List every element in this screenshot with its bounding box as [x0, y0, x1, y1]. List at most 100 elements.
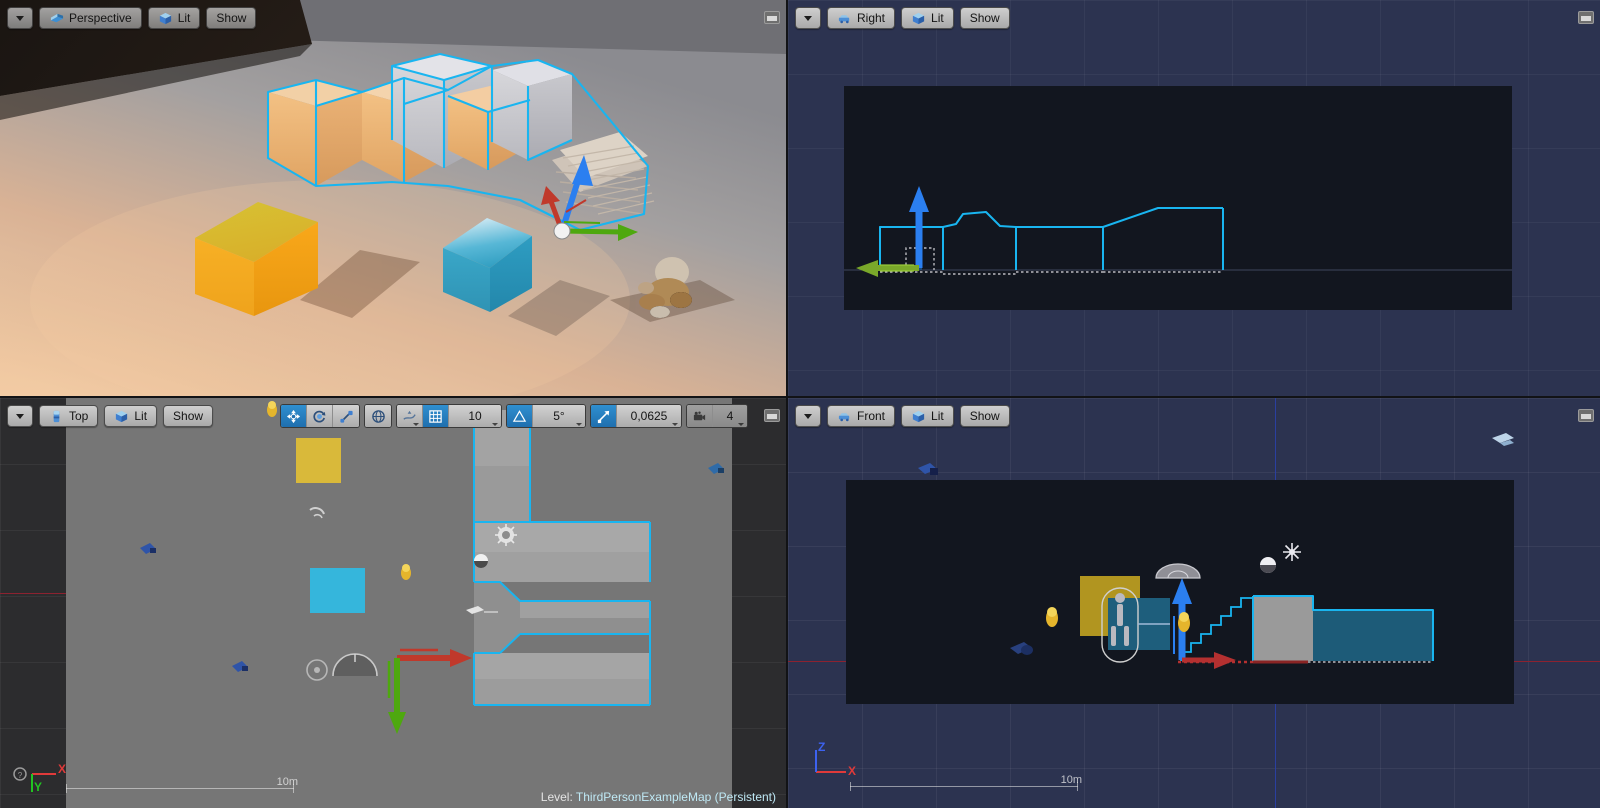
lighting-mode-button-front[interactable]: Lit [901, 405, 954, 427]
scale-mode-button[interactable] [333, 405, 359, 427]
editor-four-viewport-layout: Perspective Lit Show Right Lit Show 10m … [0, 0, 1600, 808]
world-coordinate-button[interactable] [365, 405, 391, 427]
camera-speed-value-label: 4 [726, 409, 734, 423]
level-prefix: Level: [540, 790, 573, 804]
axis-label-y: Y [34, 780, 43, 794]
viewport-right[interactable]: Right Lit Show [788, 0, 1600, 396]
maximize-button-front[interactable] [1578, 409, 1594, 422]
axis-label-x: X [58, 762, 67, 776]
chevron-down-icon [413, 423, 419, 426]
transform-mode-group [280, 404, 360, 428]
sky-dome-icon[interactable] [1155, 563, 1201, 579]
sphere-reflection-icon-front[interactable] [1260, 557, 1276, 573]
chevron-down-icon [672, 423, 678, 426]
viewport-front[interactable]: 10m X Z Front Lit Show [788, 398, 1600, 808]
chevron-down-icon [492, 423, 498, 426]
lighting-mode-label: Lit [931, 409, 944, 423]
scale-snap-value[interactable]: 0,0625 [617, 405, 681, 427]
scale-snap-value-label: 0,0625 [630, 409, 668, 423]
svg-text:?: ? [18, 771, 23, 780]
surface-snap-button[interactable] [397, 405, 423, 427]
rotate-mode-button[interactable] [307, 405, 333, 427]
translate-gizmo-right[interactable] [856, 186, 929, 277]
view-mode-button-top[interactable]: Top [39, 405, 99, 427]
viewport-options-button-front[interactable] [795, 405, 821, 427]
show-menu-button-right[interactable]: Show [959, 7, 1010, 29]
rotate-gizmo-icon [313, 410, 326, 422]
chevron-down-icon [804, 15, 812, 21]
translate-gizmo-top[interactable] [0, 398, 786, 808]
lighting-mode-label: Lit [931, 11, 944, 25]
scale-snap-button[interactable] [591, 405, 617, 427]
view-mode-button-right[interactable]: Right [827, 7, 896, 29]
viewport-options-button-perspective[interactable] [7, 7, 33, 29]
viewport-perspective[interactable]: Perspective Lit Show [0, 0, 786, 396]
right-viewport-wireframe [844, 0, 1600, 277]
camera-actor-icon-left[interactable] [1010, 642, 1033, 655]
globe-icon [371, 409, 385, 423]
angle-snap-value[interactable]: 5° [533, 405, 585, 427]
lit-cube-icon [912, 12, 925, 24]
translate-mode-button[interactable] [281, 405, 307, 427]
scale-snap-icon [597, 410, 610, 423]
perspective-camera-icon [50, 13, 64, 22]
lighting-mode-label: Lit [134, 409, 148, 423]
maximize-button-right[interactable] [1578, 11, 1594, 24]
view-mode-label: Front [857, 409, 886, 423]
maximize-button-perspective[interactable] [764, 11, 780, 24]
show-menu-label: Show [173, 409, 204, 423]
lighting-mode-button-top[interactable]: Lit [104, 405, 158, 427]
level-name-label: Level: ThirdPersonExampleMap (Persistent… [541, 790, 776, 804]
axis-indicator-front: X Z [806, 740, 864, 788]
lighting-mode-button-perspective[interactable]: Lit [147, 7, 201, 29]
view-mode-label: Top [69, 409, 89, 423]
axis-label-x: X [848, 764, 857, 778]
viewport-options-button-right[interactable] [795, 7, 821, 29]
top-view-icon [53, 410, 60, 422]
viewport-top[interactable]: 10m ? X Y Level: ThirdPersonExampleMap (… [0, 398, 786, 808]
point-light-icon-left[interactable] [1046, 607, 1058, 627]
scale-snap-group: 0,0625 [590, 404, 682, 428]
lit-cube-icon [159, 12, 171, 24]
view-mode-label: Right [857, 11, 886, 25]
star-effect-icon[interactable] [1283, 543, 1301, 561]
plane-actor-icon-front[interactable] [1492, 433, 1514, 446]
maximize-button-top[interactable] [764, 409, 780, 422]
surface-snap-icon [403, 410, 416, 420]
level-name: ThirdPersonExampleMap (Persistent) [575, 790, 776, 804]
camera-speed-button[interactable] [687, 405, 713, 427]
camera-speed-value[interactable]: 4 [713, 405, 747, 427]
perspective-scene-render [0, 0, 786, 396]
ortho-camera-icon [838, 14, 850, 23]
grid-snap-value[interactable]: 10 [449, 405, 501, 427]
camera-icon [693, 411, 706, 420]
grid-icon [429, 409, 442, 423]
chevron-down-icon [576, 423, 582, 426]
front-viewport-actor-icons [918, 433, 1514, 655]
axis-indicator-top: ? X Y [13, 750, 72, 796]
show-menu-button-perspective[interactable]: Show [206, 7, 257, 29]
show-menu-label: Show [969, 11, 1000, 25]
show-menu-button-top[interactable]: Show [163, 405, 214, 427]
view-mode-button-front[interactable]: Front [827, 405, 896, 427]
view-mode-button-perspective[interactable]: Perspective [39, 7, 142, 29]
angle-icon [512, 409, 527, 422]
show-menu-button-front[interactable]: Show [959, 405, 1010, 427]
scale-gizmo-icon [339, 410, 353, 423]
move-gizmo-icon [286, 409, 301, 423]
show-menu-label: Show [969, 409, 1000, 423]
snapping-group: 10 [396, 404, 502, 428]
grid-snap-button[interactable] [423, 405, 449, 427]
camera-actor-icon-upper-left[interactable] [918, 463, 938, 475]
point-light-icon-mid[interactable] [1178, 612, 1190, 632]
angle-snap-button[interactable] [507, 405, 533, 427]
lighting-mode-button-right[interactable]: Lit [901, 7, 954, 29]
grid-snap-value-label: 10 [468, 409, 482, 423]
viewport-options-button-top[interactable] [7, 405, 33, 427]
chevron-down-icon [738, 423, 744, 426]
camera-speed-group: 4 [686, 404, 748, 428]
angle-snap-value-label: 5° [553, 409, 565, 423]
axis-label-z: Z [818, 740, 826, 754]
show-menu-label: Show [216, 11, 247, 25]
selection-outline-right[interactable] [879, 0, 1600, 270]
